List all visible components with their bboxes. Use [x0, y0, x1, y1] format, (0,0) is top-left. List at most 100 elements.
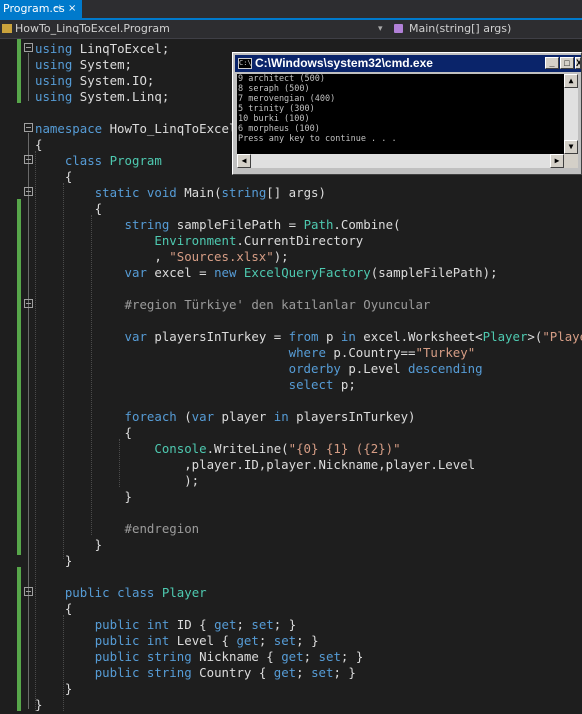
close-icon[interactable]: ×: [68, 0, 76, 18]
code-token: Path: [303, 217, 334, 232]
pin-icon[interactable]: ⊣: [53, 0, 61, 18]
code-token: get: [273, 665, 297, 680]
collapse-toggle[interactable]: [24, 187, 33, 196]
code-token: (: [176, 409, 192, 424]
code-token: {: [35, 601, 73, 616]
collapse-toggle[interactable]: [24, 155, 33, 164]
code-line[interactable]: public string Nickname { get; set; }: [35, 649, 364, 665]
code-token: ID {: [169, 617, 215, 632]
code-token: set: [311, 665, 334, 680]
close-button[interactable]: X: [575, 57, 581, 69]
member-dropdown-label: Main(string[] args): [409, 22, 512, 35]
collapse-toggle[interactable]: [24, 43, 33, 52]
code-line[interactable]: ,player.ID,player.Nickname,player.Level: [35, 457, 475, 473]
console-line: 7 merovengian (400): [238, 94, 336, 104]
editor-gutter: [0, 39, 33, 714]
code-line[interactable]: using System.IO;: [35, 73, 154, 89]
code-token: "Player": [542, 329, 582, 344]
code-line[interactable]: {: [35, 137, 42, 153]
horizontal-scrollbar[interactable]: ◀ ▶: [237, 154, 564, 168]
code-token: set: [251, 617, 274, 632]
code-line[interactable]: foreach (var player in playersInTurkey): [35, 409, 416, 425]
scroll-right-button[interactable]: ▶: [550, 154, 564, 168]
code-line[interactable]: class Program: [35, 153, 162, 169]
code-token: using: [35, 41, 73, 56]
type-dropdown[interactable]: HowTo_LinqToExcel.Program ▾: [1, 21, 388, 37]
code-token: p.Level: [340, 361, 408, 376]
code-line[interactable]: public int ID { get; set; }: [35, 617, 296, 633]
code-line[interactable]: using System;: [35, 57, 132, 73]
code-line[interactable]: namespace HowTo_LinqToExcel: [35, 121, 236, 137]
code-token: ;: [258, 633, 274, 648]
member-dropdown[interactable]: Main(string[] args): [392, 21, 582, 37]
scroll-up-button[interactable]: ▲: [564, 74, 578, 88]
size-grip[interactable]: [564, 154, 578, 168]
code-line[interactable]: }: [35, 697, 42, 713]
code-line[interactable]: public int Level { get; set; }: [35, 633, 319, 649]
code-token: ;: [236, 617, 252, 632]
code-token: using: [35, 73, 73, 88]
code-token: }: [35, 489, 132, 504]
code-token: p: [318, 329, 341, 344]
document-tab-bar: Program.cs ⊣ ×: [0, 0, 582, 20]
code-line[interactable]: #region Türkiye' den katılanlar Oyuncula…: [35, 297, 431, 313]
code-line[interactable]: using LinqToExcel;: [35, 41, 169, 57]
vertical-scrollbar[interactable]: ▲ ▼: [564, 74, 578, 154]
code-line[interactable]: #endregion: [35, 521, 200, 537]
code-token: {: [35, 169, 73, 184]
code-token: player: [214, 409, 274, 424]
code-token: >(: [527, 329, 543, 344]
code-token: orderby: [288, 361, 341, 376]
code-line[interactable]: public string Country { get; set; }: [35, 665, 356, 681]
code-line[interactable]: Environment.CurrentDirectory: [35, 233, 363, 249]
code-token: public: [94, 665, 140, 680]
code-line[interactable]: {: [35, 169, 72, 185]
code-token: class: [64, 153, 103, 168]
code-line[interactable]: }: [35, 537, 102, 553]
code-line[interactable]: select p;: [35, 377, 356, 393]
code-line[interactable]: }: [35, 681, 72, 697]
code-token: ,player.ID,player.Nickname,player.Level: [35, 457, 476, 472]
code-line[interactable]: }: [35, 489, 132, 505]
console-line: 10 burki (100): [238, 114, 310, 124]
code-line[interactable]: var playersInTurkey = from p in excel.Wo…: [35, 329, 582, 345]
collapse-toggle[interactable]: [24, 587, 33, 596]
code-line[interactable]: using System.Linq;: [35, 89, 169, 105]
code-line[interactable]: static void Main(string[] args): [35, 185, 326, 201]
code-line[interactable]: , "Sources.xlsx");: [35, 249, 289, 265]
code-line[interactable]: public class Player: [35, 585, 207, 601]
collapse-toggle[interactable]: [24, 123, 33, 132]
maximize-button[interactable]: □: [560, 57, 574, 69]
code-token: LinqToExcel;: [72, 41, 170, 56]
code-line[interactable]: );: [35, 473, 199, 489]
code-line[interactable]: Console.WriteLine("{0} {1} ({2})": [35, 441, 400, 457]
tab-program-cs[interactable]: Program.cs ⊣ ×: [0, 0, 82, 18]
code-line[interactable]: {: [35, 425, 132, 441]
code-token: );: [273, 249, 289, 264]
code-token: var: [124, 329, 147, 344]
code-line[interactable]: {: [35, 601, 72, 617]
cmd-window[interactable]: C:\ C:\Windows\system32\cmd.exe _ □ X 9 …: [232, 52, 582, 175]
code-line[interactable]: orderby p.Level descending: [35, 361, 483, 377]
code-line[interactable]: }: [35, 553, 72, 569]
scroll-left-button[interactable]: ◀: [237, 154, 251, 168]
method-icon: [394, 24, 403, 33]
code-token: Main(: [176, 185, 222, 200]
cmd-title-bar[interactable]: C:\ C:\Windows\system32\cmd.exe _ □ X: [235, 55, 581, 72]
minimize-button[interactable]: _: [545, 57, 559, 69]
code-line[interactable]: var excel = new ExcelQueryFactory(sample…: [35, 265, 498, 281]
scroll-down-button[interactable]: ▼: [564, 140, 578, 154]
code-token: class: [117, 585, 155, 600]
code-line[interactable]: where p.Country=="Turkey": [35, 345, 476, 361]
code-line[interactable]: string sampleFilePath = Path.Combine(: [35, 217, 401, 233]
code-line[interactable]: {: [35, 201, 102, 217]
collapse-toggle[interactable]: [24, 299, 33, 308]
code-token: {: [35, 201, 103, 216]
